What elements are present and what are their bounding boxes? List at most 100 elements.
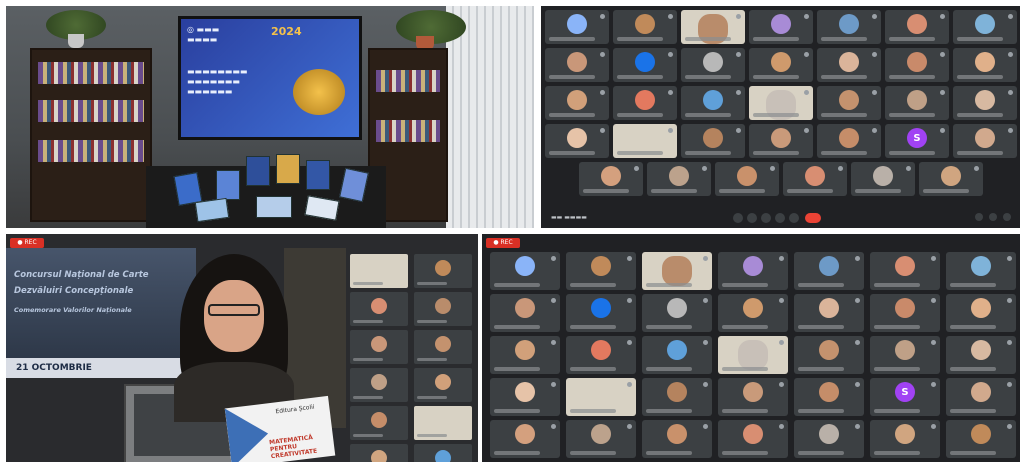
participant-tile[interactable]: S [885, 124, 949, 158]
participant-tile[interactable] [566, 378, 636, 416]
participant-tile[interactable] [566, 252, 636, 290]
participant-tile[interactable] [851, 162, 915, 196]
participant-tile[interactable] [817, 10, 881, 44]
participant-tile[interactable] [946, 336, 1016, 374]
more-options-button[interactable] [789, 213, 799, 223]
mic-status-icon [627, 340, 632, 345]
participant-tile[interactable] [749, 124, 813, 158]
meeting-details: ▬▬ ▬▬▬▬ [551, 214, 587, 221]
participant-tile[interactable] [919, 162, 983, 196]
participant-tile[interactable] [817, 48, 881, 82]
avatar [737, 166, 757, 186]
participant-tile[interactable] [749, 10, 813, 44]
participant-tile[interactable] [642, 336, 712, 374]
participant-tile[interactable] [681, 86, 745, 120]
participant-tile[interactable] [681, 10, 745, 44]
participant-name [889, 37, 935, 41]
participant-tile[interactable] [490, 294, 560, 332]
side-participant-tile[interactable] [350, 330, 408, 364]
participant-tile[interactable] [642, 252, 712, 290]
side-participant-tile[interactable] [414, 444, 472, 462]
participant-tile[interactable] [718, 294, 788, 332]
slide-subtitle: Comemorare Valorilor Naționale [14, 306, 132, 314]
participant-tile[interactable] [613, 48, 677, 82]
participant-tile[interactable] [490, 252, 560, 290]
side-participant-tile[interactable] [350, 254, 408, 288]
present-button[interactable] [775, 213, 785, 223]
participant-tile[interactable] [681, 124, 745, 158]
side-participant-tile[interactable] [350, 292, 408, 326]
participant-tile[interactable]: S [870, 378, 940, 416]
participant-tile[interactable] [885, 10, 949, 44]
participant-tile[interactable] [953, 10, 1017, 44]
participant-tile[interactable] [718, 378, 788, 416]
avatar [601, 166, 621, 186]
participant-tile[interactable] [953, 86, 1017, 120]
side-participant-tile[interactable] [414, 368, 472, 402]
participant-tile[interactable] [817, 124, 881, 158]
participant-tile[interactable] [870, 420, 940, 458]
participant-tile[interactable] [946, 420, 1016, 458]
side-participant-tile[interactable] [414, 254, 472, 288]
participant-tile[interactable] [579, 162, 643, 196]
side-participant-tile[interactable] [350, 444, 408, 462]
participant-tile[interactable] [870, 294, 940, 332]
participant-tile[interactable] [642, 378, 712, 416]
participant-tile[interactable] [749, 86, 813, 120]
participant-tile[interactable] [794, 294, 864, 332]
participant-tile[interactable] [545, 10, 609, 44]
end-call-button[interactable] [805, 213, 821, 223]
participant-tile[interactable] [613, 10, 677, 44]
participant-tile[interactable] [794, 420, 864, 458]
participant-tile[interactable] [885, 86, 949, 120]
info-button[interactable] [975, 213, 983, 221]
participant-tile[interactable] [613, 86, 677, 120]
participant-tile[interactable] [794, 336, 864, 374]
participant-tile[interactable] [566, 336, 636, 374]
participant-tile[interactable] [953, 124, 1017, 158]
participant-name [570, 283, 616, 287]
captions-button[interactable] [761, 213, 771, 223]
participant-tile[interactable] [783, 162, 847, 196]
camera-button[interactable] [747, 213, 757, 223]
side-participant-tile[interactable] [414, 292, 472, 326]
people-button[interactable] [989, 213, 997, 221]
participant-tile[interactable] [946, 294, 1016, 332]
participant-tile[interactable] [885, 48, 949, 82]
participant-tile[interactable] [794, 252, 864, 290]
participant-tile[interactable] [642, 420, 712, 458]
side-participant-tile[interactable] [414, 406, 472, 440]
participant-tile[interactable] [613, 124, 677, 158]
participant-tile[interactable] [870, 336, 940, 374]
participant-tile[interactable] [870, 252, 940, 290]
participant-tile[interactable] [749, 48, 813, 82]
side-participant-tile[interactable] [414, 330, 472, 364]
participant-tile[interactable] [545, 124, 609, 158]
gold-decoration [293, 69, 345, 115]
participant-tile[interactable] [490, 378, 560, 416]
mic-status-icon [551, 424, 556, 429]
participant-tile[interactable] [490, 420, 560, 458]
participant-tile[interactable] [545, 86, 609, 120]
participant-tile[interactable] [817, 86, 881, 120]
participant-tile[interactable] [566, 294, 636, 332]
participant-name [417, 396, 447, 399]
participant-tile[interactable] [718, 252, 788, 290]
participant-tile[interactable] [794, 378, 864, 416]
participant-tile[interactable] [490, 336, 560, 374]
participant-tile[interactable] [718, 420, 788, 458]
participant-tile[interactable] [946, 378, 1016, 416]
participant-tile[interactable] [545, 48, 609, 82]
participant-tile[interactable] [642, 294, 712, 332]
chat-button[interactable] [1003, 213, 1011, 221]
participant-tile[interactable] [647, 162, 711, 196]
participant-tile[interactable] [946, 252, 1016, 290]
side-participant-tile[interactable] [350, 368, 408, 402]
participant-tile[interactable] [566, 420, 636, 458]
mic-button[interactable] [733, 213, 743, 223]
participant-tile[interactable] [953, 48, 1017, 82]
participant-tile[interactable] [718, 336, 788, 374]
side-participant-tile[interactable] [350, 406, 408, 440]
participant-tile[interactable] [715, 162, 779, 196]
participant-tile[interactable] [681, 48, 745, 82]
